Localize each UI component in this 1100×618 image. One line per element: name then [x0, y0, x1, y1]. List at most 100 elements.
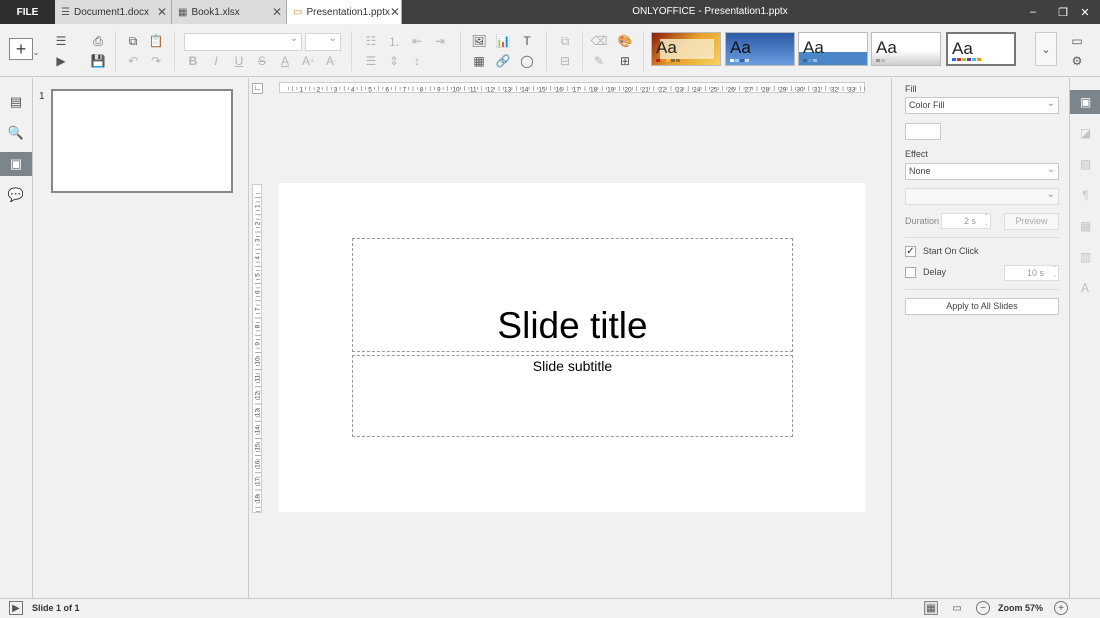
- slideshow-icon[interactable]: ▶: [52, 53, 70, 69]
- theme-thumbnail[interactable]: Aa: [725, 32, 795, 66]
- save-icon[interactable]: 💾: [89, 53, 107, 69]
- preview-button[interactable]: Preview: [1004, 213, 1059, 230]
- font-name-combo[interactable]: [184, 33, 302, 51]
- search-icon[interactable]: 🔍: [0, 121, 32, 145]
- increase-font-icon[interactable]: A +: [299, 53, 317, 69]
- strikethrough-icon[interactable]: S: [253, 53, 271, 69]
- ruler-label: 14: [255, 426, 262, 434]
- comments-icon[interactable]: 💬: [0, 183, 32, 207]
- line-spacing-icon[interactable]: ↕: [408, 53, 426, 69]
- toolbar-separator: [546, 31, 547, 71]
- slide-size-icon[interactable]: ⊞: [616, 53, 634, 69]
- tab-stop-selector[interactable]: ∟: [252, 83, 263, 94]
- close-icon[interactable]: ✕: [390, 5, 401, 19]
- zoom-in-icon[interactable]: +: [1054, 601, 1068, 615]
- arrange-icon[interactable]: ⧉: [556, 33, 574, 49]
- chart-settings-icon[interactable]: ▥: [1070, 245, 1100, 269]
- insert-shape-icon[interactable]: ◯: [518, 53, 536, 69]
- slide-canvas[interactable]: Slide title Slide subtitle: [279, 183, 865, 512]
- print-icon[interactable]: ⎙: [89, 33, 107, 49]
- underline-icon[interactable]: U: [230, 53, 248, 69]
- font-color-icon[interactable]: A: [276, 53, 294, 69]
- align-left-icon[interactable]: ☰: [362, 53, 380, 69]
- slide-counter: Slide 1 of 1: [32, 603, 80, 613]
- tab-presentation1[interactable]: ▭ Presentation1.pptx ✕: [287, 0, 402, 24]
- themes-more-button[interactable]: ⌄: [1035, 32, 1057, 66]
- vertical-align-icon[interactable]: ⇕: [385, 53, 403, 69]
- paste-icon[interactable]: 📋: [147, 33, 165, 49]
- undo-icon[interactable]: ↶: [124, 53, 142, 69]
- decrease-indent-icon[interactable]: ⇤: [408, 33, 426, 49]
- numbering-icon[interactable]: ⒈: [385, 33, 403, 49]
- minimize-icon[interactable]: –: [1018, 0, 1048, 24]
- ruler-label: 7: [255, 307, 262, 311]
- file-icon[interactable]: ▤: [0, 90, 32, 114]
- font-size-combo[interactable]: [305, 33, 341, 51]
- bullets-icon[interactable]: ☷: [362, 33, 380, 49]
- image-settings-icon[interactable]: ▨: [1070, 152, 1100, 176]
- file-menu-button[interactable]: FILE: [0, 0, 55, 24]
- view-settings-icon[interactable]: ▭: [1068, 33, 1086, 49]
- title-placeholder[interactable]: Slide title: [352, 238, 793, 352]
- ruler-label: 2: [317, 87, 321, 94]
- clear-style-icon[interactable]: ⌫: [590, 33, 608, 49]
- vertical-ruler[interactable]: 1 2 3 4 5 6 7 8 9 10 11 12 13 14 15 16 17 18: [252, 184, 262, 513]
- slide-thumbnail[interactable]: [51, 89, 233, 193]
- slides-icon[interactable]: ▣: [0, 152, 32, 176]
- tab-book1[interactable]: ▦ Book1.xlsx ✕: [172, 0, 287, 24]
- shape-settings-icon[interactable]: ◪: [1070, 121, 1100, 145]
- insert-chart-icon[interactable]: 📊: [494, 33, 512, 49]
- tab-document1[interactable]: ☰ Document1.docx ✕: [55, 0, 172, 24]
- delay-checkbox[interactable]: [905, 267, 916, 278]
- close-window-icon[interactable]: ✕: [1070, 0, 1100, 24]
- slide-subtitle[interactable]: Slide subtitle: [353, 358, 792, 374]
- effect-type-select[interactable]: [905, 187, 1059, 205]
- bold-icon[interactable]: B: [184, 53, 202, 69]
- ruler-label: 6: [385, 87, 389, 94]
- color-scheme-icon[interactable]: 🎨: [616, 33, 634, 49]
- duration-spinner[interactable]: 2 s: [941, 213, 991, 229]
- ruler-label: 29: [779, 87, 787, 94]
- slide-layout-icon[interactable]: ☰: [52, 33, 70, 49]
- subtitle-placeholder[interactable]: Slide subtitle: [352, 355, 793, 437]
- italic-icon[interactable]: I: [207, 53, 225, 69]
- close-icon[interactable]: ✕: [157, 5, 171, 19]
- theme-thumbnail[interactable]: Aa: [871, 32, 941, 66]
- apply-to-all-slides-button[interactable]: Apply to All Slides: [905, 298, 1059, 315]
- copy-icon[interactable]: ⧉: [124, 33, 142, 49]
- fit-slide-icon[interactable]: ▦: [924, 601, 938, 615]
- fill-type-select[interactable]: Color Fill: [905, 96, 1059, 114]
- horizontal-ruler[interactable]: 1 2 3 4 5 6 7 8 9 10 11 12 13 14 15 16 17 18 19 20 21 22 23 24 2…: [279, 82, 865, 94]
- gear-icon[interactable]: ⚙: [1068, 53, 1086, 69]
- add-slide-icon[interactable]: +: [9, 38, 33, 60]
- textart-settings-icon[interactable]: Ꭺ: [1070, 276, 1100, 300]
- theme-thumbnail-selected[interactable]: Aa: [946, 32, 1016, 66]
- fill-color-picker[interactable]: [905, 123, 941, 140]
- zoom-out-icon[interactable]: −: [976, 601, 990, 615]
- increase-indent-icon[interactable]: ⇥: [431, 33, 449, 49]
- align-shapes-icon[interactable]: ⊟: [556, 53, 574, 69]
- insert-textbox-icon[interactable]: T: [518, 33, 536, 49]
- copy-style-icon[interactable]: ✎: [590, 53, 608, 69]
- chevron-down-icon[interactable]: ⌄: [32, 44, 40, 60]
- slide-settings-icon[interactable]: ▣: [1070, 90, 1100, 114]
- slide-title[interactable]: Slide title: [353, 305, 792, 347]
- insert-table-icon[interactable]: ▦: [470, 53, 488, 69]
- theme-thumbnail[interactable]: Aa: [798, 32, 868, 66]
- ruler-label: 8: [420, 87, 424, 94]
- close-icon[interactable]: ✕: [272, 5, 286, 19]
- effect-select[interactable]: None: [905, 162, 1059, 180]
- table-settings-icon[interactable]: ▦: [1070, 214, 1100, 238]
- ruler-label: 16: [556, 87, 564, 94]
- decrease-font-icon[interactable]: A-: [322, 53, 340, 69]
- theme-label: Aa: [876, 38, 897, 57]
- theme-thumbnail[interactable]: Aa: [651, 32, 721, 66]
- insert-image-icon[interactable]: 🖼: [470, 33, 488, 49]
- delay-spinner[interactable]: 10 s: [1004, 265, 1059, 281]
- start-on-click-checkbox[interactable]: ✓: [905, 246, 916, 257]
- play-icon[interactable]: ▶: [9, 601, 23, 615]
- paragraph-settings-icon[interactable]: ¶: [1070, 183, 1100, 207]
- insert-link-icon[interactable]: 🔗: [494, 53, 512, 69]
- fit-width-icon[interactable]: ▭: [950, 601, 964, 615]
- redo-icon[interactable]: ↷: [147, 53, 165, 69]
